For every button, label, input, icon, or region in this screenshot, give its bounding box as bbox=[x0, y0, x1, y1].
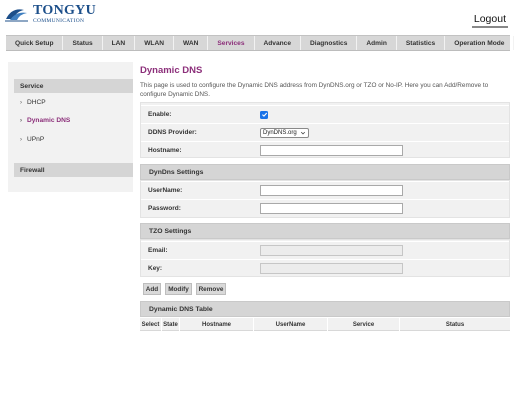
sidebar-item-dynamic-dns[interactable]: › Dynamic DNS bbox=[20, 117, 70, 124]
page-title: Dynamic DNS bbox=[140, 65, 203, 76]
column-header-state: State bbox=[162, 318, 180, 331]
ddns-table-header: Dynamic DNS Table bbox=[140, 301, 510, 317]
username-input[interactable] bbox=[260, 185, 403, 196]
tab-status[interactable]: Status bbox=[63, 36, 103, 50]
brand-name: TONGYU bbox=[33, 3, 96, 18]
column-header-service: Service bbox=[328, 318, 400, 331]
enable-row: Enable: bbox=[141, 105, 509, 123]
hostname-row: Hostname: bbox=[141, 141, 509, 159]
tzo-form: Email: Key: bbox=[140, 239, 510, 277]
tab-admin[interactable]: Admin bbox=[357, 36, 397, 50]
logout-link[interactable]: Logout bbox=[471, 13, 508, 28]
password-row: Password: bbox=[141, 199, 509, 217]
provider-label: DDNS Provider: bbox=[148, 129, 197, 136]
ddns-form: Enable: DDNS Provider: DynDNS.org Hostna… bbox=[140, 102, 510, 158]
column-header-select: Select bbox=[140, 318, 162, 331]
tab-lan[interactable]: LAN bbox=[103, 36, 136, 50]
email-row: Email: bbox=[141, 241, 509, 259]
sidebar-item-label: DHCP bbox=[27, 99, 46, 106]
add-button[interactable]: Add bbox=[143, 283, 161, 295]
chevron-down-icon bbox=[300, 131, 305, 134]
tzo-settings-header: TZO Settings bbox=[140, 223, 510, 239]
sidebar-item-dhcp[interactable]: › DHCP bbox=[20, 99, 46, 106]
tab-diagnostics[interactable]: Diagnostics bbox=[301, 36, 358, 50]
column-header-hostname: Hostname bbox=[180, 318, 254, 331]
sidebar-header-firewall[interactable]: Firewall bbox=[14, 163, 133, 177]
provider-row: DDNS Provider: DynDNS.org bbox=[141, 123, 509, 141]
ddns-table: Select State Hostname UserName Service S… bbox=[140, 318, 510, 331]
sidebar-item-upnp[interactable]: › UPnP bbox=[20, 136, 44, 143]
key-row: Key: bbox=[141, 259, 509, 277]
password-label: Password: bbox=[148, 205, 181, 212]
sidebar-header-service[interactable]: Service bbox=[14, 79, 133, 93]
page-description: This page is used to configure the Dynam… bbox=[140, 82, 489, 98]
modify-button[interactable]: Modify bbox=[165, 283, 192, 295]
brand-logo: TONGYU COMMUNICATION bbox=[4, 4, 96, 25]
email-label: Email: bbox=[148, 247, 168, 254]
chevron-right-icon: › bbox=[20, 99, 22, 106]
chevron-right-icon: › bbox=[20, 117, 22, 124]
hostname-label: Hostname: bbox=[148, 147, 182, 154]
tab-services[interactable]: Services bbox=[208, 36, 255, 50]
sidebar: Service › DHCP › Dynamic DNS › UPnP Fire… bbox=[8, 62, 133, 192]
chevron-right-icon: › bbox=[20, 136, 22, 143]
main-content: Dynamic DNS This page is used to configu… bbox=[140, 62, 510, 99]
column-header-status: Status bbox=[445, 321, 465, 328]
column-header-username: UserName bbox=[254, 318, 328, 331]
ddns-provider-select[interactable]: DynDNS.org bbox=[260, 127, 309, 138]
email-input[interactable] bbox=[260, 245, 403, 256]
header: TONGYU COMMUNICATION Logout bbox=[0, 0, 516, 34]
tab-statistics[interactable]: Statistics bbox=[397, 36, 446, 50]
password-input[interactable] bbox=[260, 203, 403, 214]
hostname-input[interactable] bbox=[260, 145, 403, 156]
enable-label: Enable: bbox=[148, 111, 172, 118]
key-input[interactable] bbox=[260, 263, 403, 274]
remove-button[interactable]: Remove bbox=[196, 283, 226, 295]
tab-operation-mode[interactable]: Operation Mode bbox=[445, 36, 515, 50]
username-row: UserName: bbox=[141, 181, 509, 199]
key-label: Key: bbox=[148, 265, 163, 272]
tab-advance[interactable]: Advance bbox=[255, 36, 302, 50]
dyndns-form: UserName: Password: bbox=[140, 180, 510, 218]
enable-checkbox[interactable] bbox=[260, 110, 268, 119]
sidebar-item-label: Dynamic DNS bbox=[27, 117, 71, 124]
checkmark-icon bbox=[261, 112, 267, 117]
tongyu-logo-icon bbox=[4, 5, 30, 23]
brand-subtitle: COMMUNICATION bbox=[33, 18, 85, 24]
ddns-provider-value: DynDNS.org bbox=[263, 129, 297, 136]
main-nav: Quick Setup Status LAN WLAN WAN Services Advan… bbox=[6, 35, 515, 51]
tab-wlan[interactable]: WLAN bbox=[135, 36, 174, 50]
dyndns-settings-header: DynDns Settings bbox=[140, 164, 510, 180]
username-label: UserName: bbox=[148, 187, 183, 194]
tab-wan[interactable]: WAN bbox=[174, 36, 209, 50]
tab-quick-setup[interactable]: Quick Setup bbox=[6, 36, 64, 50]
sidebar-item-label: UPnP bbox=[27, 136, 45, 143]
